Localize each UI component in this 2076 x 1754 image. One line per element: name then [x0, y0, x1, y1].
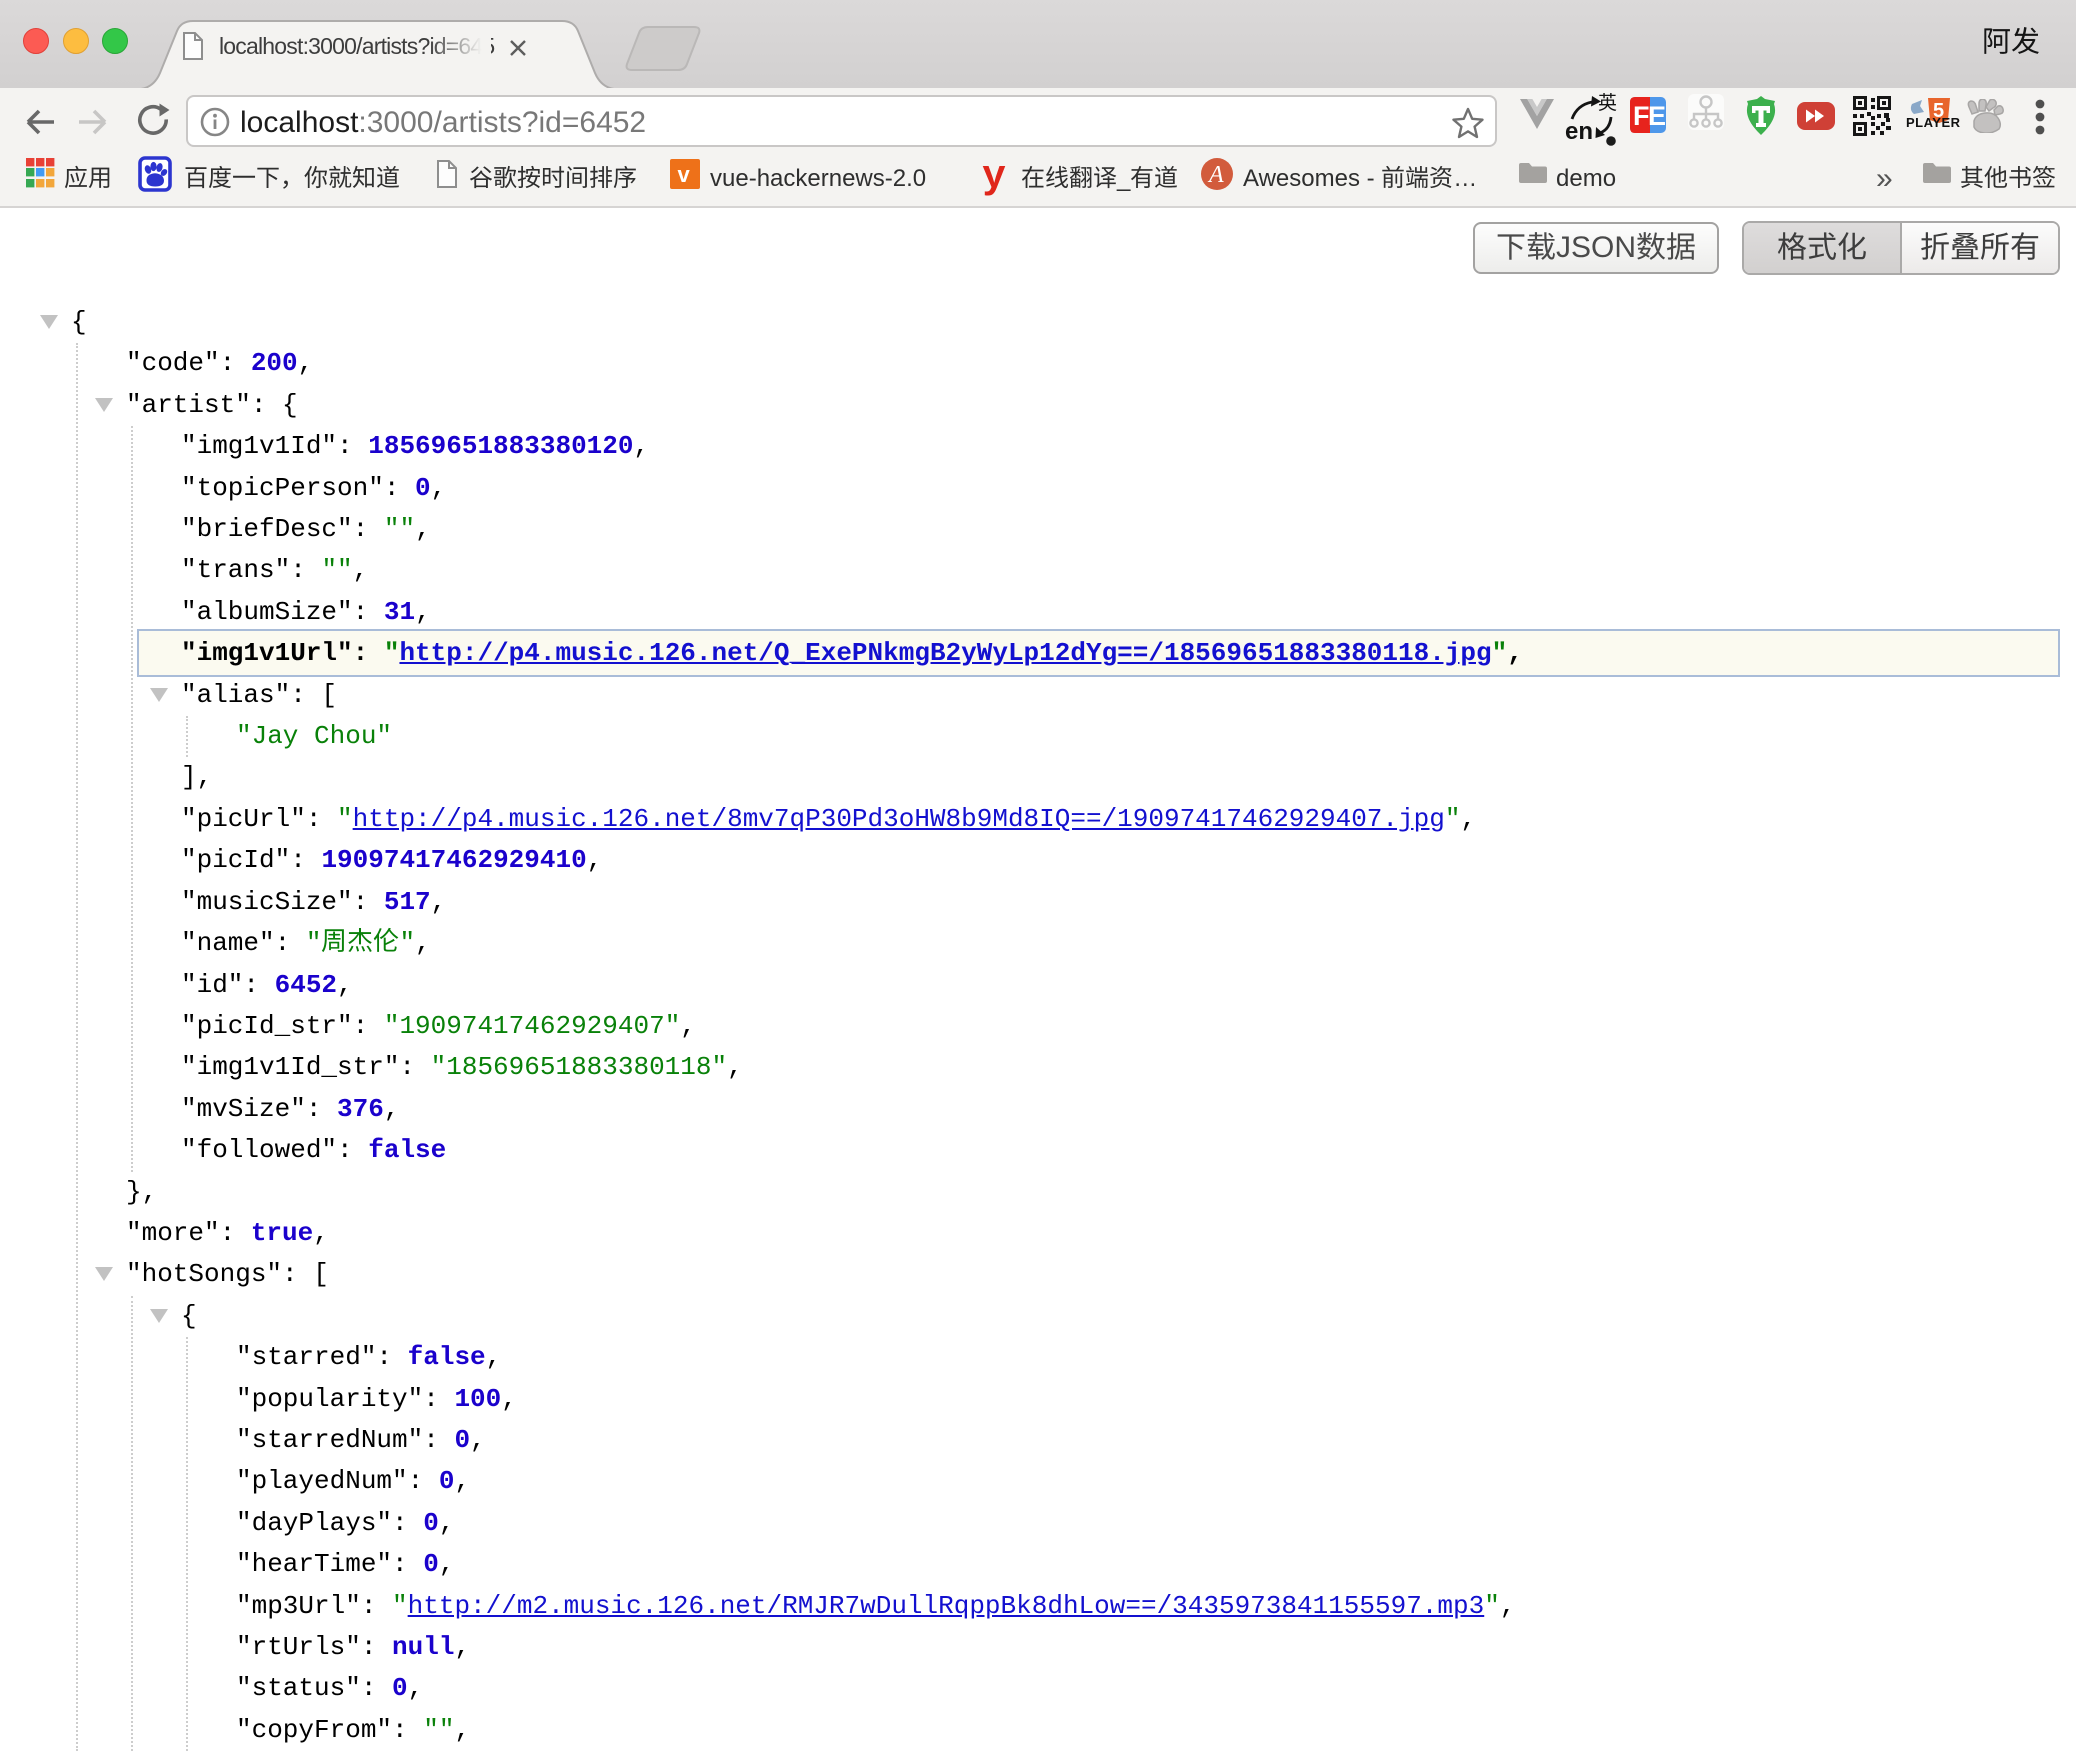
svg-text:E: E — [1648, 101, 1666, 131]
svg-text:英: 英 — [1598, 92, 1617, 114]
svg-text:A: A — [1207, 162, 1224, 188]
svg-text:v: v — [678, 162, 691, 187]
svg-text:en: en — [1565, 118, 1593, 145]
